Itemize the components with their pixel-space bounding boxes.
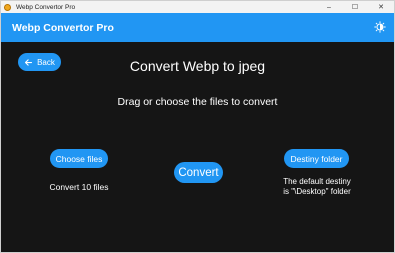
destiny-folder-button[interactable]: Destiny folder [284,149,349,168]
page-title: Convert Webp to jpeg [129,58,266,74]
drop-instructions: Drag or choose the files to convert [117,96,278,108]
destiny-info-line1: The default destiny [283,177,351,186]
app-logo-icon [4,3,11,11]
choose-files-button[interactable]: Choose files [50,149,108,168]
app-bar: Webp Convertor Pro [1,13,394,42]
minimize-button[interactable]: – [316,1,342,13]
destiny-info-line2: is "\Desktop" folder [283,187,351,196]
window-controls: – ☐ ✕ [316,1,394,13]
theme-toggle-button[interactable] [373,20,387,34]
app-title: Webp Convertor Pro [12,21,114,34]
brightness-icon [374,21,386,33]
close-button[interactable]: ✕ [368,1,394,13]
window-title: Webp Convertor Pro [16,3,76,11]
window-titlebar[interactable]: Webp Convertor Pro – ☐ ✕ [1,1,394,13]
maximize-button[interactable]: ☐ [342,1,368,13]
convert-button[interactable]: Convert [174,162,223,183]
file-count-text: Convert 10 files [49,182,109,192]
destiny-info-text: The default destiny is "\Desktop" folder [266,177,368,197]
app-window: Webp Convertor Pro – ☐ ✕ Webp Convertor … [0,0,395,253]
